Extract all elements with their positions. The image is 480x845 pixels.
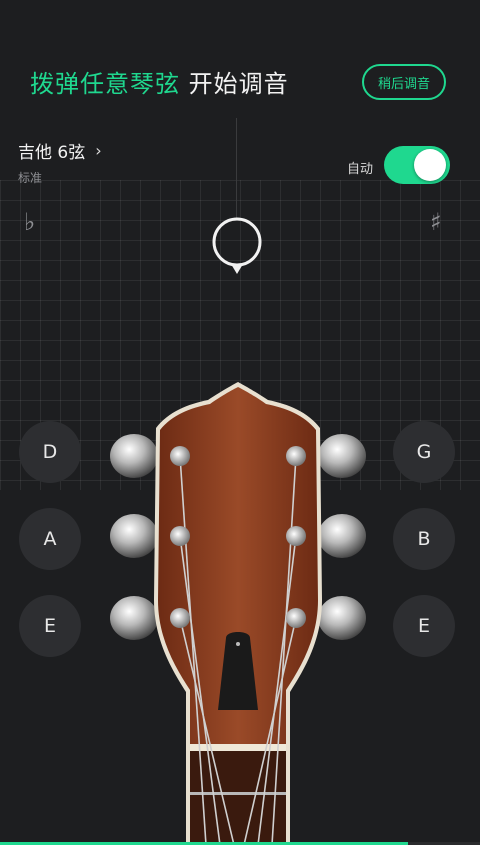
page-title: 拨弹任意琴弦 开始调音 — [30, 64, 289, 99]
string-button-e-high[interactable]: E — [393, 595, 455, 657]
auto-mode-toggle[interactable] — [384, 146, 450, 184]
title-accent: 拨弹任意琴弦 — [30, 70, 180, 98]
sharp-icon: ♯ — [430, 208, 442, 236]
string-button-d[interactable]: D — [19, 421, 81, 483]
string-button-a[interactable]: A — [19, 508, 81, 570]
tuning-name: 吉他 6弦 — [18, 143, 86, 163]
string-button-e-low[interactable]: E — [19, 595, 81, 657]
tuning-subtitle: 标准 — [18, 171, 43, 185]
flat-icon: ♭ — [24, 208, 36, 236]
title-rest: 开始调音 — [180, 70, 289, 98]
tuning-center-line — [236, 118, 237, 218]
string-button-g[interactable]: G — [393, 421, 455, 483]
string-button-b[interactable]: B — [393, 508, 455, 570]
guitar-headstock — [110, 382, 366, 845]
auto-mode-label: 自动 — [347, 162, 374, 177]
tune-later-button[interactable]: 稍后调音 — [362, 64, 446, 100]
toggle-knob — [414, 149, 446, 181]
tuning-selector[interactable]: 吉他 6弦 › 标准 — [18, 138, 102, 186]
pitch-indicator-icon — [212, 217, 262, 274]
chevron-right-icon: › — [95, 141, 102, 160]
